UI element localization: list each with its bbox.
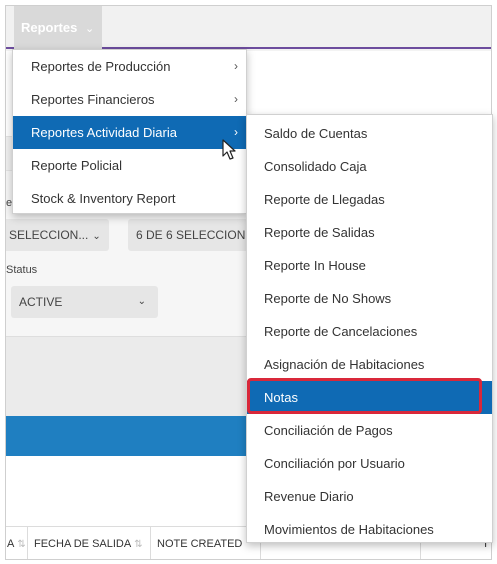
submenu-item-label: Reporte de No Shows <box>264 291 392 306</box>
filter-select-2[interactable]: 6 DE 6 SELECCION... <box>128 219 256 251</box>
submenu-item-reporte-de-llegadas[interactable]: Reporte de Llegadas <box>247 183 492 216</box>
status-label: Status <box>6 264 38 276</box>
table-header-label: NOTE CREATED <box>157 538 243 550</box>
filter-select-2-value: 6 DE 6 SELECCION... <box>136 228 256 242</box>
table-header-note-created[interactable]: NOTE CREATED <box>151 527 261 559</box>
submenu-item-saldo-de-cuentas[interactable]: Saldo de Cuentas <box>247 117 492 150</box>
reportes-dropdown-menu: Reportes de Producción › Reportes Financ… <box>12 49 247 214</box>
chevron-down-icon: ⌄ <box>137 296 146 307</box>
table-header-fecha-salida[interactable]: FECHA DE SALIDA ⇅ <box>28 527 151 559</box>
filter-select-1[interactable]: SELECCION... ⌄ <box>6 219 109 251</box>
submenu-item-reporte-de-no-shows[interactable]: Reporte de No Shows <box>247 282 492 315</box>
menu-item-reportes-financieros[interactable]: Reportes Financieros › <box>13 83 246 116</box>
menu-item-reportes-produccion[interactable]: Reportes de Producción › <box>13 50 246 83</box>
table-header-label: A <box>7 538 15 550</box>
filter-select-1-value: SELECCION... <box>9 228 89 242</box>
submenu-item-label: Conciliación de Pagos <box>264 423 393 438</box>
chevron-right-icon: › <box>234 59 238 73</box>
submenu-item-label: Reporte de Cancelaciones <box>264 324 418 339</box>
submenu-item-label: Consolidado Caja <box>264 159 367 174</box>
submenu-item-movimientos-de-habitaciones[interactable]: Movimientos de Habitaciones <box>247 513 492 546</box>
top-navbar: Reportes ⌄ <box>6 6 491 49</box>
status-select[interactable]: ACTIVE ⌄ <box>11 286 158 318</box>
submenu-item-asignacion-de-habitaciones[interactable]: Asignación de Habitaciones <box>247 348 492 381</box>
menu-item-label: Reportes Actividad Diaria <box>31 125 177 140</box>
menu-item-label: Stock & Inventory Report <box>31 191 176 206</box>
submenu-item-conciliacion-por-usuario[interactable]: Conciliación por Usuario <box>247 447 492 480</box>
chevron-down-icon: ⌄ <box>92 231 101 242</box>
submenu-item-label: Reporte de Salidas <box>264 225 375 240</box>
submenu-item-consolidado-caja[interactable]: Consolidado Caja <box>247 150 492 183</box>
mouse-pointer-icon <box>222 139 236 160</box>
reportes-nav-button[interactable]: Reportes ⌄ <box>14 6 102 49</box>
submenu-item-label: Notas <box>264 390 298 405</box>
submenu-item-label: Reporte de Llegadas <box>264 192 385 207</box>
submenu-item-label: Revenue Diario <box>264 489 354 504</box>
menu-item-reporte-policial[interactable]: Reporte Policial <box>13 149 246 182</box>
submenu-item-label: Asignación de Habitaciones <box>264 357 425 372</box>
chevron-right-icon: › <box>234 92 238 106</box>
menu-item-label: Reportes Financieros <box>31 92 155 107</box>
submenu-item-label: Conciliación por Usuario <box>264 456 405 471</box>
status-select-value: ACTIVE <box>19 295 63 309</box>
reportes-nav-label: Reportes <box>21 20 78 35</box>
actividad-diaria-submenu: Saldo de Cuentas Consolidado Caja Report… <box>246 114 493 543</box>
menu-item-reportes-actividad-diaria[interactable]: Reportes Actividad Diaria › <box>13 116 246 149</box>
submenu-item-notas[interactable]: Notas <box>247 381 492 414</box>
submenu-item-label: Reporte In House <box>264 258 366 273</box>
submenu-item-revenue-diario[interactable]: Revenue Diario <box>247 480 492 513</box>
table-header-label: FECHA DE SALIDA <box>34 538 132 550</box>
submenu-item-label: Movimientos de Habitaciones <box>264 522 434 537</box>
chevron-down-icon: ⌄ <box>84 23 95 35</box>
menu-item-label: Reportes de Producción <box>31 59 171 74</box>
submenu-item-reporte-de-salidas[interactable]: Reporte de Salidas <box>247 216 492 249</box>
menu-item-label: Reporte Policial <box>31 158 123 173</box>
menu-item-stock-inventory-report[interactable]: Stock & Inventory Report <box>13 182 246 215</box>
submenu-item-reporte-in-house[interactable]: Reporte In House <box>247 249 492 282</box>
submenu-item-reporte-de-cancelaciones[interactable]: Reporte de Cancelaciones <box>247 315 492 348</box>
table-header-cell[interactable]: A ⇅ <box>6 527 28 559</box>
submenu-item-conciliacion-de-pagos[interactable]: Conciliación de Pagos <box>247 414 492 447</box>
submenu-item-label: Saldo de Cuentas <box>264 126 368 141</box>
sort-icon: ⇅ <box>134 539 143 550</box>
sort-icon: ⇅ <box>17 539 26 550</box>
